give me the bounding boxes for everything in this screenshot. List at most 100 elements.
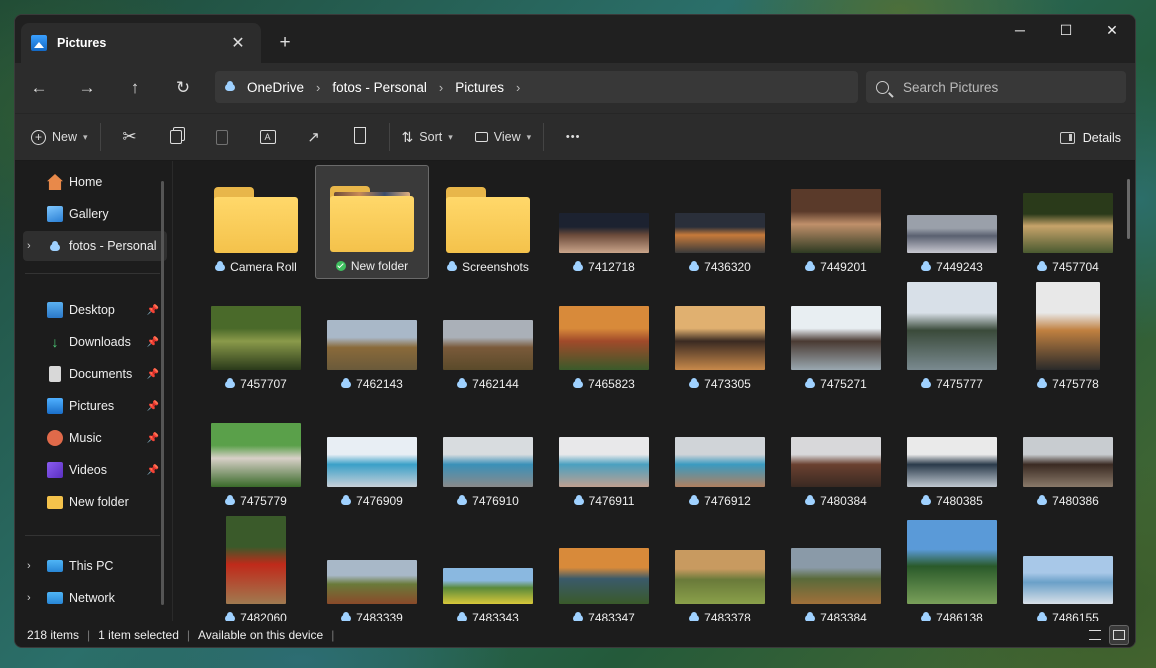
close-window-button[interactable]: ✕ (1089, 15, 1135, 45)
back-button[interactable]: ← (15, 68, 63, 108)
copy-icon (169, 130, 182, 144)
file-name: 7457704 (1037, 259, 1099, 275)
image-item[interactable]: 7483343 (431, 516, 545, 621)
breadcrumb-fotos-personal[interactable]: fotos - Personal (332, 80, 427, 95)
chevron-right-icon[interactable]: › (27, 560, 31, 572)
sidebar-item-this-pc[interactable]: › This PC (23, 551, 153, 581)
sidebar-item-downloads[interactable]: ↓ Downloads 📌 (23, 327, 160, 357)
new-button[interactable]: + New ▾ (25, 119, 94, 155)
new-tab-button[interactable]: + (271, 29, 299, 57)
image-item[interactable]: 7486155 (1011, 516, 1125, 621)
rename-button[interactable]: A (245, 119, 291, 155)
file-name-label: 7483378 (704, 611, 751, 621)
image-item[interactable]: 7476909 (315, 399, 429, 513)
image-item[interactable]: 7449201 (779, 165, 893, 279)
image-item[interactable]: 7480386 (1011, 399, 1125, 513)
image-item[interactable]: 7475271 (779, 282, 893, 396)
sidebar-item-fotos-personal[interactable]: › fotos - Personal (23, 231, 167, 261)
image-item[interactable]: 7462144 (431, 282, 545, 396)
folder-item[interactable]: New folder (315, 165, 429, 279)
sidebar-item-pictures[interactable]: Pictures 📌 (23, 391, 159, 421)
sidebar-scrollbar[interactable] (161, 181, 164, 605)
image-thumbnail (791, 189, 881, 253)
copy-button[interactable] (153, 119, 199, 155)
image-item[interactable]: 7457704 (1011, 165, 1125, 279)
sidebar-item-new-folder[interactable]: New folder (23, 487, 153, 517)
image-item[interactable]: 7486138 (895, 516, 1009, 621)
pin-icon[interactable]: 📌 (147, 369, 159, 380)
image-item[interactable]: 7482060 (199, 516, 313, 621)
file-grid-scrollbar[interactable] (1127, 179, 1130, 239)
image-item[interactable]: 7483347 (547, 516, 661, 621)
chevron-right-icon[interactable]: › (316, 80, 320, 95)
tab-pictures[interactable]: Pictures ✕ (21, 23, 261, 63)
sidebar-item-gallery[interactable]: Gallery (23, 199, 153, 229)
cloud-status-icon (921, 377, 932, 388)
chevron-right-icon[interactable]: › (27, 240, 31, 252)
share-button[interactable]: ↗ (291, 119, 337, 155)
chevron-right-icon[interactable]: › (439, 80, 443, 95)
image-item[interactable]: 7476912 (663, 399, 777, 513)
pane-divider[interactable] (172, 161, 173, 621)
maximize-button[interactable]: ☐ (1043, 15, 1089, 45)
image-item[interactable]: 7483378 (663, 516, 777, 621)
image-item[interactable]: 7475777 (895, 282, 1009, 396)
image-item[interactable]: 7473305 (663, 282, 777, 396)
home-icon (47, 174, 63, 190)
paste-button[interactable] (199, 119, 245, 155)
breadcrumb-pictures[interactable]: Pictures (455, 80, 504, 95)
close-tab-button[interactable]: ✕ (225, 30, 251, 56)
address-bar[interactable]: OneDrive › fotos - Personal › Pictures › (215, 71, 858, 103)
more-options-button[interactable]: ••• (550, 119, 596, 155)
details-view-button[interactable] (1085, 625, 1105, 645)
image-item[interactable]: 7483339 (315, 516, 429, 621)
chevron-right-icon[interactable]: › (516, 80, 520, 95)
sidebar-item-music[interactable]: Music 📌 (23, 423, 159, 453)
cloud-status-icon (689, 494, 700, 505)
sort-icon: ⇅ (401, 128, 414, 145)
image-item[interactable]: 7483384 (779, 516, 893, 621)
pin-icon[interactable]: 📌 (147, 401, 159, 412)
cut-button[interactable]: ✂ (107, 119, 153, 155)
view-label: View (493, 130, 521, 144)
up-button[interactable]: ↑ (111, 68, 159, 108)
image-item[interactable]: 7475779 (199, 399, 313, 513)
refresh-button[interactable]: ↻ (159, 68, 207, 108)
pin-icon[interactable]: 📌 (147, 465, 159, 476)
sidebar-item-desktop[interactable]: Desktop 📌 (23, 295, 159, 325)
search-input[interactable]: Search Pictures (903, 80, 998, 95)
thumbnail-view-button[interactable] (1109, 625, 1129, 645)
breadcrumb-onedrive[interactable]: OneDrive (247, 80, 304, 95)
image-item[interactable]: 7462143 (315, 282, 429, 396)
pin-icon[interactable]: 📌 (147, 433, 159, 444)
pin-icon[interactable]: 📌 (147, 305, 159, 316)
search-box[interactable]: Search Pictures (866, 71, 1126, 103)
chevron-right-icon[interactable]: › (27, 592, 31, 604)
image-item[interactable]: 7476911 (547, 399, 661, 513)
sidebar-item-network[interactable]: › Network (23, 583, 153, 613)
view-button[interactable]: View ▾ (469, 119, 537, 155)
image-item[interactable]: 7480384 (779, 399, 893, 513)
forward-button[interactable]: → (63, 68, 111, 108)
delete-button[interactable] (337, 119, 383, 155)
image-item[interactable]: 7412718 (547, 165, 661, 279)
pin-icon[interactable]: 📌 (147, 337, 159, 348)
image-item[interactable]: 7475778 (1011, 282, 1125, 396)
file-name-label: 7449201 (820, 260, 867, 274)
sidebar-item-home[interactable]: Home (23, 167, 153, 197)
navigation-bar: ← → ↑ ↻ OneDrive › fotos - Personal › Pi… (15, 63, 1135, 113)
sort-button[interactable]: ⇅ Sort ▾ (396, 119, 459, 155)
image-item[interactable]: 7480385 (895, 399, 1009, 513)
rename-icon: A (259, 130, 276, 144)
image-item[interactable]: 7465823 (547, 282, 661, 396)
image-item[interactable]: 7436320 (663, 165, 777, 279)
image-item[interactable]: 7457707 (199, 282, 313, 396)
minimize-button[interactable]: ─ (997, 15, 1043, 45)
image-item[interactable]: 7449243 (895, 165, 1009, 279)
folder-item[interactable]: Camera Roll (199, 165, 313, 279)
sidebar-item-videos[interactable]: Videos 📌 (23, 455, 159, 485)
details-button[interactable]: Details (1059, 120, 1121, 156)
folder-item[interactable]: Screenshots (431, 165, 545, 279)
image-item[interactable]: 7476910 (431, 399, 545, 513)
sidebar-item-documents[interactable]: Documents 📌 (23, 359, 159, 389)
